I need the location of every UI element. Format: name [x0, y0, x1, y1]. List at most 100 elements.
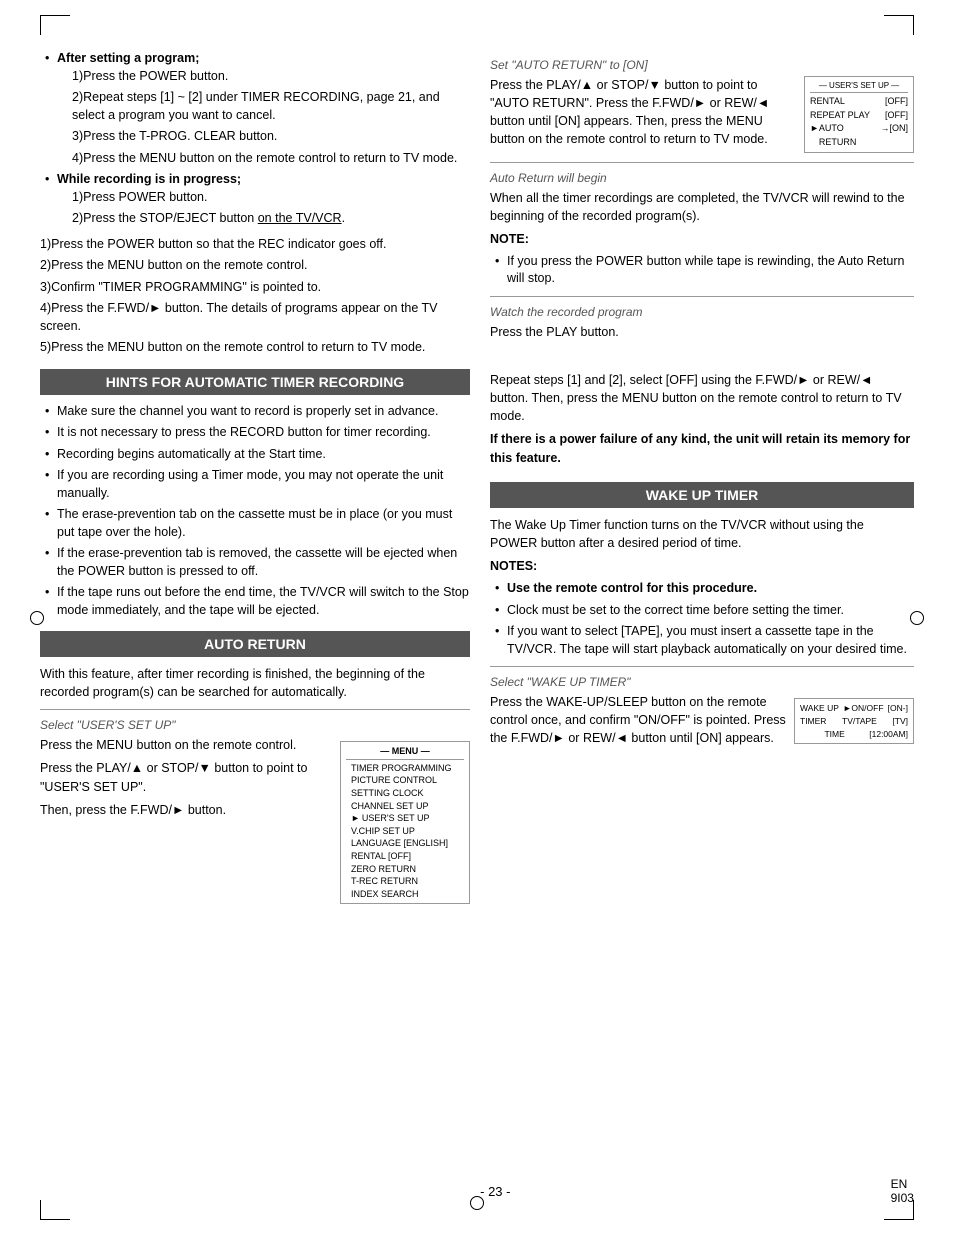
wakeup-col3-0: [ON-] — [888, 702, 908, 715]
after-step-2: 2)Repeat steps [1] ~ [2] under TIMER REC… — [72, 89, 470, 124]
users-set-indicator: ► — [810, 122, 819, 149]
power-failure-text: If there is a power failure of any kind,… — [490, 430, 914, 466]
hint-4: If you are recording using a Timer mode,… — [45, 467, 470, 502]
page-footer: - 23 - EN 9I03 — [0, 1177, 954, 1205]
menu-box: — MENU — TIMER PROGRAMMING PICTURE CONTR… — [340, 741, 470, 904]
after-setting-header-item: After setting a program; 1)Press the POW… — [45, 50, 470, 167]
left-column: After setting a program; 1)Press the POW… — [40, 50, 470, 904]
users-set-row-0: RENTAL [OFF] — [810, 95, 908, 109]
after-setting-list: After setting a program; 1)Press the POW… — [40, 50, 470, 228]
wakeup-col2-0: ►ON/OFF — [843, 702, 884, 715]
wakeup-label-0: WAKE UP — [800, 702, 839, 715]
hints-header: HINTS FOR AUTOMATIC TIMER RECORDING — [40, 369, 470, 395]
while-step-1: 1)Press POWER button. — [72, 189, 470, 207]
menu-item-2: SETTING CLOCK — [346, 787, 464, 800]
menu-item-6: LANGUAGE [ENGLISH] — [346, 837, 464, 850]
wakeup-row-0: WAKE UP ►ON/OFF [ON-] — [800, 702, 908, 715]
while-step-2: 2)Press the STOP/EJECT button on the TV/… — [72, 210, 470, 228]
hints-list: Make sure the channel you want to record… — [40, 403, 470, 620]
users-set-label-1: REPEAT PLAY — [810, 109, 870, 123]
hint-7: If the tape runs out before the end time… — [45, 584, 470, 619]
hint-3: Recording begins automatically at the St… — [45, 446, 470, 464]
hint-6: If the erase-prevention tab is removed, … — [45, 545, 470, 580]
users-set-label-2: AUTO RETURN — [819, 122, 881, 149]
divider-4 — [490, 666, 914, 667]
select-users-content: — MENU — TIMER PROGRAMMING PICTURE CONTR… — [40, 736, 470, 904]
select-users-set-up-header: Select "USER'S SET UP" — [40, 718, 470, 732]
wakeup-box: WAKE UP ►ON/OFF [ON-] TIMER TV/TAPE [TV]… — [794, 698, 914, 744]
watch-recorded-header: Watch the recorded program — [490, 305, 914, 319]
reg-mark-left — [30, 611, 44, 625]
wakeup-row-2: TIME [12:00AM] — [800, 728, 908, 741]
while-recording-steps: 1)Press POWER button. 2)Press the STOP/E… — [57, 189, 470, 228]
menu-box-title: — MENU — — [346, 745, 464, 760]
wake-up-header: WAKE UP TIMER — [490, 482, 914, 508]
menu-item-0: TIMER PROGRAMMING — [346, 762, 464, 775]
while-recording-header-item: While recording is in progress; 1)Press … — [45, 171, 470, 228]
step-3: 3)Confirm "TIMER PROGRAMMING" is pointed… — [40, 279, 470, 297]
wakeup-col2-2: TIME — [824, 728, 844, 741]
users-set-box: — USER'S SET UP — RENTAL [OFF] REPEAT PL… — [804, 76, 914, 153]
divider-3 — [490, 296, 914, 297]
wake-up-intro: The Wake Up Timer function turns on the … — [490, 516, 914, 552]
corner-bracket-tl — [40, 15, 70, 35]
menu-item-1: PICTURE CONTROL — [346, 774, 464, 787]
step-2: 2)Press the MENU button on the remote co… — [40, 257, 470, 275]
hint-1: Make sure the channel you want to record… — [45, 403, 470, 421]
auto-return-intro: With this feature, after timer recording… — [40, 665, 470, 701]
users-set-value-2: →[ON] — [880, 122, 908, 149]
wake-note-1-text: Use the remote control for this procedur… — [507, 581, 757, 595]
menu-item-5: V.CHIP SET UP — [346, 825, 464, 838]
auto-return-on-header: Set "AUTO RETURN" to [ON] — [490, 58, 914, 72]
top-border — [40, 15, 914, 35]
wake-note-1: Use the remote control for this procedur… — [495, 580, 914, 598]
page-number: - 23 - — [480, 1184, 510, 1199]
after-step-3: 3)Press the T-PROG. CLEAR button. — [72, 128, 470, 146]
note-label: NOTE: — [490, 230, 914, 248]
main-content: After setting a program; 1)Press the POW… — [40, 50, 914, 904]
wake-note-2: Clock must be set to the correct time be… — [495, 602, 914, 620]
users-set-value-1: [OFF] — [885, 109, 908, 123]
page: After setting a program; 1)Press the POW… — [0, 0, 954, 1235]
note-list: If you press the POWER button while tape… — [490, 253, 914, 288]
wakeup-col3-1: [TV] — [892, 715, 908, 728]
users-set-row-2: ► AUTO RETURN →[ON] — [810, 122, 908, 149]
users-set-box-title: — USER'S SET UP — — [810, 80, 908, 93]
wakeup-col2-1: TV/TAPE — [842, 715, 877, 728]
after-step-4: 4)Press the MENU button on the remote co… — [72, 150, 470, 168]
menu-item-4-selected: USER'S SET UP — [346, 812, 464, 825]
repeat-steps-text: Repeat steps [1] and [2], select [OFF] u… — [490, 371, 914, 425]
numbered-steps-block: 1)Press the POWER button so that the REC… — [40, 236, 470, 357]
corner-bracket-tr — [884, 15, 914, 35]
wake-up-notes-list: Use the remote control for this procedur… — [490, 580, 914, 658]
step-4: 4)Press the F.FWD/► button. The details … — [40, 300, 470, 335]
select-wake-up-header: Select "WAKE UP TIMER" — [490, 675, 914, 689]
auto-return-header: AUTO RETURN — [40, 631, 470, 657]
menu-item-9: T-REC RETURN — [346, 875, 464, 888]
wake-note-3: If you want to select [TAPE], you must i… — [495, 623, 914, 658]
menu-item-3: CHANNEL SET UP — [346, 800, 464, 813]
notes-label: NOTES: — [490, 557, 914, 575]
menu-item-8: ZERO RETURN — [346, 863, 464, 876]
wakeup-col3-2: [12:00AM] — [869, 728, 908, 741]
watch-recorded-text: Press the PLAY button. — [490, 323, 914, 341]
auto-return-begin-header: Auto Return will begin — [490, 171, 914, 185]
page-code: EN 9I03 — [891, 1177, 914, 1205]
hint-2: It is not necessary to press the RECORD … — [45, 424, 470, 442]
auto-return-begin-text: When all the timer recordings are comple… — [490, 189, 914, 225]
right-column: Set "AUTO RETURN" to [ON] — USER'S SET U… — [490, 50, 914, 904]
step-5: 5)Press the MENU button on the remote co… — [40, 339, 470, 357]
divider-2 — [490, 162, 914, 163]
wakeup-row-1: TIMER TV/TAPE [TV] — [800, 715, 908, 728]
menu-item-10: INDEX SEARCH — [346, 888, 464, 901]
select-wake-up-content: WAKE UP ►ON/OFF [ON-] TIMER TV/TAPE [TV]… — [490, 693, 914, 752]
note-bullet-1: If you press the POWER button while tape… — [495, 253, 914, 288]
divider-1 — [40, 709, 470, 710]
users-set-row-1: REPEAT PLAY [OFF] — [810, 109, 908, 123]
after-setting-header: After setting a program; — [57, 51, 199, 65]
after-step-1: 1)Press the POWER button. — [72, 68, 470, 86]
hint-5: The erase-prevention tab on the cassette… — [45, 506, 470, 541]
users-set-value-0: [OFF] — [885, 95, 908, 109]
menu-item-7: RENTAL [OFF] — [346, 850, 464, 863]
after-setting-steps: 1)Press the POWER button. 2)Repeat steps… — [57, 68, 470, 168]
